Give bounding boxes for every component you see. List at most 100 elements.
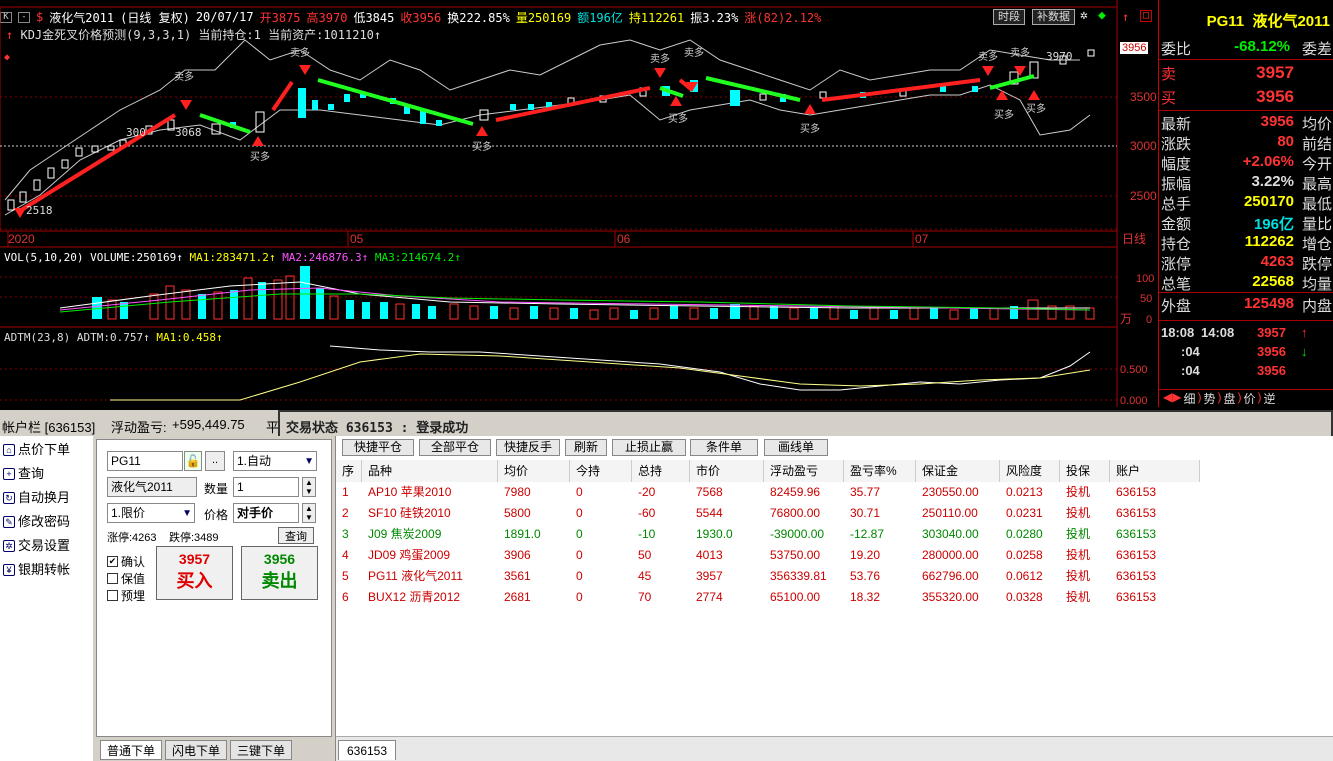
qty-stepper-icon[interactable]: ▲ ▼ xyxy=(302,477,316,497)
mode-select[interactable]: 1.自动 ▼ xyxy=(233,451,317,471)
nav-item-label: 银期转帐 xyxy=(18,562,71,577)
column-header[interactable]: 投保 xyxy=(1060,460,1110,482)
tab-flash-order[interactable]: 闪电下单 xyxy=(165,740,227,760)
table-button-2[interactable]: 快捷反手 xyxy=(496,439,560,456)
price-label-3970: 3970 xyxy=(1046,50,1073,63)
tab-detail[interactable]: 细 xyxy=(1183,390,1195,407)
buy-row[interactable]: 买 3956 xyxy=(1159,87,1333,109)
table-row[interactable]: 1 AP10 苹果2010 7980 0 -20 7568 82459.96 35.77 230… xyxy=(336,482,1333,503)
table-cell: 5 xyxy=(342,569,349,583)
buy-tag: 买多 xyxy=(472,140,492,153)
column-header[interactable]: 总持 xyxy=(632,460,690,482)
tick-time: :04 xyxy=(1181,344,1200,359)
sell-button[interactable]: 3956 卖出 xyxy=(241,546,318,600)
table-cell: PG11 液化气2011 xyxy=(368,569,463,583)
column-header[interactable]: 市价 xyxy=(690,460,764,482)
account-tab[interactable]: 636153 xyxy=(338,740,396,760)
table-button-5[interactable]: 条件单 xyxy=(690,439,758,456)
mode-value: 1.自动 xyxy=(237,454,272,468)
price-input[interactable]: 对手价 xyxy=(233,503,299,523)
code-input[interactable]: PG11 xyxy=(107,451,183,471)
column-header[interactable]: 保证金 xyxy=(916,460,1000,482)
more-button[interactable]: .. xyxy=(205,451,225,471)
table-row[interactable]: 6 BUX12 沥青2012 2681 0 70 2774 65100.00 18.32 355… xyxy=(336,587,1333,608)
buy-button[interactable]: 3957 买入 xyxy=(156,546,233,600)
tab-three-key-order[interactable]: 三键下单 xyxy=(230,740,292,760)
vol-unit: 万 xyxy=(1120,312,1132,326)
column-header[interactable]: 浮动盈亏 xyxy=(764,460,844,482)
table-row[interactable]: 5 PG11 液化气2011 3561 0 45 3957 356339.81 53.76 66… xyxy=(336,566,1333,587)
tick-arrow-icon: ↑ xyxy=(1301,325,1308,340)
tab-price[interactable]: 价 xyxy=(1244,390,1256,407)
vol-ma3: MA3:214674.2 xyxy=(374,251,455,264)
column-header[interactable]: 均价 xyxy=(498,460,570,482)
table-row[interactable]: 2 SF10 硅铁2010 5800 0 -60 5544 76800.00 30.71 250… xyxy=(336,503,1333,524)
table-cell: 3957 xyxy=(696,569,723,583)
qty-input[interactable]: 1 xyxy=(233,477,299,497)
table-button-3[interactable]: 刷新 xyxy=(565,439,607,456)
buy-button-label: 买入 xyxy=(176,571,213,592)
nav-item-4[interactable]: ✲ 交易设置 xyxy=(0,534,93,558)
table-cell: 280000.00 xyxy=(922,548,979,562)
column-header[interactable]: 风险度 xyxy=(1000,460,1060,482)
table-button-0[interactable]: 快捷平仓 xyxy=(342,439,414,456)
waipan-row: 外盘 125498 内盘 xyxy=(1159,295,1333,315)
table-button-1[interactable]: 全部平仓 xyxy=(419,439,491,456)
nav-item-5[interactable]: ¥ 银期转帐 xyxy=(0,558,93,582)
table-button-6[interactable]: 画线单 xyxy=(764,439,828,456)
stat-label: 总笔 xyxy=(1161,276,1192,293)
table-row[interactable]: 4 JD09 鸡蛋2009 3906 0 50 4013 53750.00 19.20 2800… xyxy=(336,545,1333,566)
query-button[interactable]: 查询 xyxy=(278,527,314,544)
y-axis-2500: 2500 xyxy=(1130,189,1157,203)
edit-icon: ✎ xyxy=(3,516,15,528)
x-axis-06: 06 xyxy=(617,232,631,246)
column-header[interactable]: 盈亏率% xyxy=(844,460,916,482)
table-cell: 2681 xyxy=(504,590,531,604)
trend-lines xyxy=(16,74,1035,214)
weibi-row: 委比 -68.12% 委差 xyxy=(1159,38,1333,58)
profit-label: 浮动盈亏: xyxy=(111,420,167,435)
preorder-checkbox[interactable]: 预埋 xyxy=(107,587,145,604)
tab-normal-order[interactable]: 普通下单 xyxy=(100,740,162,760)
tab-book[interactable]: 盘 xyxy=(1224,390,1236,407)
table-cell: 0.0328 xyxy=(1006,590,1043,604)
price-label: 价格 xyxy=(204,508,229,522)
lock-icon[interactable]: 🔓 xyxy=(184,451,202,471)
buy-label: 买 xyxy=(1161,90,1177,107)
nav-item-1[interactable]: + 查询 xyxy=(0,462,93,486)
tab-reverse[interactable]: 逆 xyxy=(1264,390,1276,407)
tab-trend[interactable]: 势 xyxy=(1203,390,1215,407)
nav-item-0[interactable]: ⌂ 点价下单 xyxy=(0,438,93,462)
up-arrow-icon[interactable]: ↑ xyxy=(1122,10,1129,24)
table-cell: 303040.00 xyxy=(922,527,979,541)
column-header[interactable]: 今持 xyxy=(570,460,632,482)
buy-button-price: 3957 xyxy=(178,551,211,567)
column-header[interactable]: 序 xyxy=(336,460,362,482)
sell-button-price: 3956 xyxy=(263,551,296,567)
plus-icon: + xyxy=(3,468,15,480)
kline-chart-area[interactable]: K - $ 液化气2011 (日线 复权) 20/07/17 开3875 高39… xyxy=(0,0,1158,407)
prev-icon[interactable]: ◀▶ xyxy=(1163,390,1181,407)
volume-bars xyxy=(92,266,1095,320)
nav-item-2[interactable]: ↻ 自动换月 xyxy=(0,486,93,510)
nav-item-label: 修改密码 xyxy=(18,514,71,529)
sell-row[interactable]: 卖 3957 xyxy=(1159,63,1333,85)
table-cell: 636153 xyxy=(1116,485,1157,499)
hedge-checkbox[interactable]: 保值 xyxy=(107,570,145,587)
restore-icon[interactable]: □ xyxy=(1140,10,1152,22)
quote-panel: PG11 液化气2011 委比 -68.12% 委差 卖 3957 买 3956… xyxy=(1158,0,1333,407)
confirm-checkbox[interactable]: ✔ 确认 xyxy=(107,553,145,570)
order-type-select[interactable]: 1.限价 ▼ xyxy=(107,503,195,523)
table-button-4[interactable]: 止损止赢 xyxy=(612,439,686,456)
table-cell: 3561 xyxy=(504,569,531,583)
nav-item-3[interactable]: ✎ 修改密码 xyxy=(0,510,93,534)
nav-item-label: 点价下单 xyxy=(18,442,71,457)
table-cell: 636153 xyxy=(1116,590,1157,604)
nav-item-label: 交易设置 xyxy=(18,538,71,553)
vol-axis-100: 100 xyxy=(1136,273,1154,285)
quote-tabs: ◀▶ 细) 势) 盘) 价) 逆 xyxy=(1159,389,1333,407)
column-header[interactable]: 品种 xyxy=(362,460,498,482)
table-row[interactable]: 3 J09 焦炭2009 1891.0 0 -10 1930.0 -39000.00 -12.… xyxy=(336,524,1333,545)
price-stepper-icon[interactable]: ▲ ▼ xyxy=(302,503,316,523)
column-header[interactable]: 账户 xyxy=(1110,460,1200,482)
